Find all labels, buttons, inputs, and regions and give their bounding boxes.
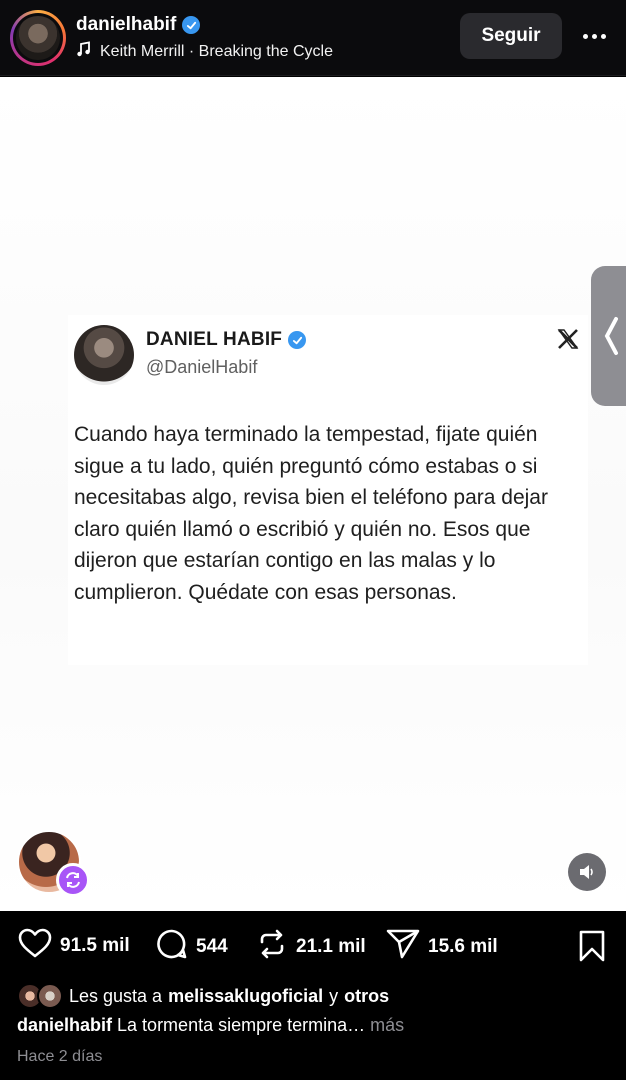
liked-by-joiner: y	[329, 985, 339, 1006]
comment-icon[interactable]	[156, 928, 188, 965]
tweet-name-row: DANIEL HABIF	[146, 329, 307, 351]
bookmark-icon[interactable]	[578, 930, 606, 967]
music-note-icon	[76, 41, 92, 62]
comment-action[interactable]: 544	[156, 928, 228, 965]
username[interactable]: danielhabif	[76, 14, 176, 36]
profile-avatar[interactable]	[10, 10, 66, 66]
post-header: danielhabif Keith Merrill · Breaking the…	[0, 0, 626, 76]
more-icon[interactable]	[578, 24, 610, 48]
username-row: danielhabif	[76, 14, 201, 36]
liked-by-prefix: Les gusta a	[69, 985, 163, 1006]
post-image[interactable]: DANIEL HABIF @DanielHabif Cuando haya te…	[0, 77, 626, 911]
share-action[interactable]: 15.6 mil	[386, 928, 498, 965]
heart-icon[interactable]	[18, 928, 52, 963]
tweet-text: Cuando haya terminado la tempestad, fija…	[74, 423, 548, 604]
music-label: Keith Merrill · Breaking the Cycle	[100, 42, 333, 60]
tweet-avatar	[74, 325, 134, 385]
liked-by-row[interactable]: Les gusta a melissaklugoficial y otros	[17, 983, 389, 1009]
caption: danielhabif La tormenta siempre termina……	[17, 1015, 404, 1036]
share-icon[interactable]	[386, 928, 420, 965]
repost-icon[interactable]	[256, 928, 288, 965]
follow-button[interactable]: Seguir	[460, 13, 562, 59]
likes-count: 91.5 mil	[60, 934, 130, 956]
liked-by-others[interactable]: otros	[344, 986, 389, 1007]
sound-icon[interactable]	[568, 853, 606, 891]
post-timestamp: Hace 2 días	[17, 1048, 103, 1065]
verified-icon	[288, 331, 307, 349]
repost-action[interactable]: 21.1 mil	[256, 928, 366, 965]
x-logo-icon	[556, 327, 580, 351]
action-bar: 91.5 mil 544 21.1 mil 15.6 mil	[0, 912, 626, 980]
tweet-card: DANIEL HABIF @DanielHabif Cuando haya te…	[68, 315, 588, 665]
caption-text: La tormenta siempre termina…	[117, 1015, 366, 1035]
post-viewer: danielhabif Keith Merrill · Breaking the…	[0, 0, 626, 1080]
shares-count: 15.6 mil	[428, 935, 498, 957]
liked-by-user[interactable]: melissaklugoficial	[168, 986, 323, 1007]
tweet-handle: @DanielHabif	[146, 357, 258, 377]
caption-more-link[interactable]: más	[370, 1015, 404, 1035]
comments-count: 544	[196, 935, 228, 957]
verified-icon	[182, 16, 201, 34]
chevron-left-icon[interactable]	[591, 266, 626, 406]
liker-avatar	[37, 983, 63, 1009]
caption-username[interactable]: danielhabif	[17, 1015, 112, 1035]
reposts-count: 21.1 mil	[296, 935, 366, 957]
repost-icon	[56, 863, 90, 897]
like-action[interactable]: 91.5 mil	[18, 928, 130, 963]
music-info[interactable]: Keith Merrill · Breaking the Cycle	[76, 41, 333, 62]
tweet-author-name: DANIEL HABIF	[146, 329, 283, 350]
